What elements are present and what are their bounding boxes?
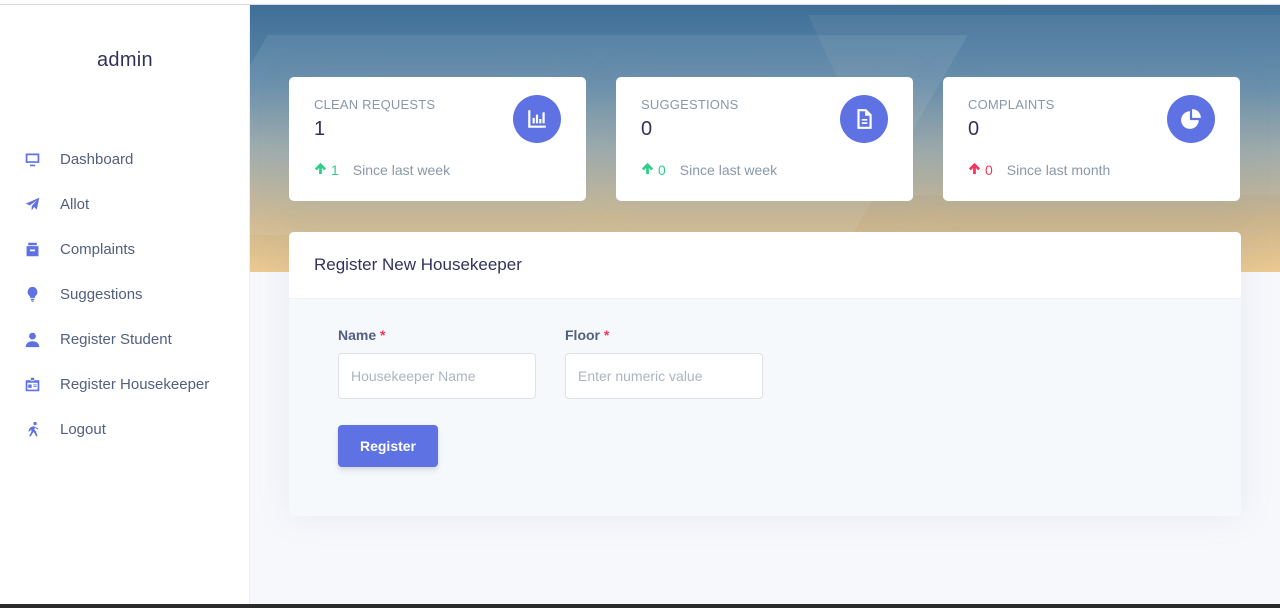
sidebar-item-complaints[interactable]: Complaints	[0, 227, 250, 272]
stat-label: COMPLAINTS	[968, 97, 1055, 112]
sidebar-item-register-housekeeper[interactable]: Register Housekeeper	[0, 362, 250, 407]
sidebar-item-label: Allot	[60, 196, 90, 213]
sidebar-item-label: Logout	[60, 421, 106, 438]
stat-card-clean-requests: CLEAN REQUESTS 1 1 Since last week	[289, 77, 586, 201]
sidebar-item-label: Register Student	[60, 331, 172, 348]
stat-since: Since last week	[352, 162, 451, 178]
required-mark: *	[603, 327, 610, 343]
required-mark: *	[380, 327, 386, 343]
arrow-up-icon	[641, 162, 654, 178]
sidebar-item-allot[interactable]: Allot	[0, 182, 250, 227]
sidebar-item-logout[interactable]: Logout	[0, 407, 250, 452]
sidebar: admin Dashboard Allot Complaints Suggest…	[0, 5, 250, 604]
register-housekeeper-card: Register New Housekeeper Name * Floor * …	[289, 232, 1241, 516]
stat-value: 0	[968, 118, 980, 140]
archive-icon	[22, 240, 42, 260]
name-label-text: Name	[338, 327, 377, 343]
stat-card-complaints: COMPLAINTS 0 0 Since last month	[943, 77, 1240, 201]
brand-title: admin	[97, 49, 153, 71]
stat-label: SUGGESTIONS	[641, 97, 739, 112]
floor-label: Floor *	[565, 327, 763, 343]
stat-footer: 0 Since last week	[641, 162, 777, 178]
stat-since: Since last week	[679, 162, 778, 178]
floor-label-text: Floor	[565, 327, 600, 343]
stat-delta: 0	[985, 162, 993, 178]
stat-delta: 0	[658, 162, 666, 178]
floor-field-group: Floor *	[565, 327, 763, 399]
stat-footer: 0 Since last month	[968, 162, 1110, 178]
sidebar-nav: Dashboard Allot Complaints Suggestions R…	[0, 137, 250, 452]
name-field-group: Name *	[338, 327, 536, 399]
stat-card-suggestions: SUGGESTIONS 0 0 Since last week	[616, 77, 913, 201]
document-icon	[840, 95, 888, 143]
floor-input[interactable]	[565, 353, 763, 399]
sidebar-item-label: Complaints	[60, 241, 136, 258]
name-label: Name *	[338, 327, 536, 343]
monitor-icon	[22, 150, 42, 170]
sidebar-item-label: Dashboard	[60, 151, 134, 168]
sidebar-item-label: Register Housekeeper	[60, 376, 210, 393]
stat-label: CLEAN REQUESTS	[314, 97, 436, 112]
stat-since: Since last month	[1006, 162, 1111, 178]
register-button[interactable]: Register	[338, 425, 438, 467]
chart-bar-icon	[513, 95, 561, 143]
pie-chart-icon	[1167, 95, 1215, 143]
form-title: Register New Housekeeper	[314, 255, 522, 274]
stat-footer: 1 Since last week	[314, 162, 450, 178]
stat-value: 0	[641, 118, 653, 140]
arrow-up-icon	[968, 162, 981, 178]
card-header: Register New Housekeeper	[289, 232, 1241, 299]
bulb-icon	[22, 285, 42, 305]
stat-value: 1	[314, 118, 326, 140]
arrow-up-icon	[314, 162, 327, 178]
sidebar-item-suggestions[interactable]: Suggestions	[0, 272, 250, 317]
bottom-border	[0, 604, 1280, 608]
sidebar-item-register-student[interactable]: Register Student	[0, 317, 250, 362]
sidebar-item-dashboard[interactable]: Dashboard	[0, 137, 250, 182]
running-icon	[22, 420, 42, 440]
paper-plane-icon	[22, 195, 42, 215]
sidebar-item-label: Suggestions	[60, 286, 143, 303]
badge-icon	[22, 375, 42, 395]
name-input[interactable]	[338, 353, 536, 399]
user-icon	[22, 330, 42, 350]
stat-delta: 1	[331, 162, 339, 178]
